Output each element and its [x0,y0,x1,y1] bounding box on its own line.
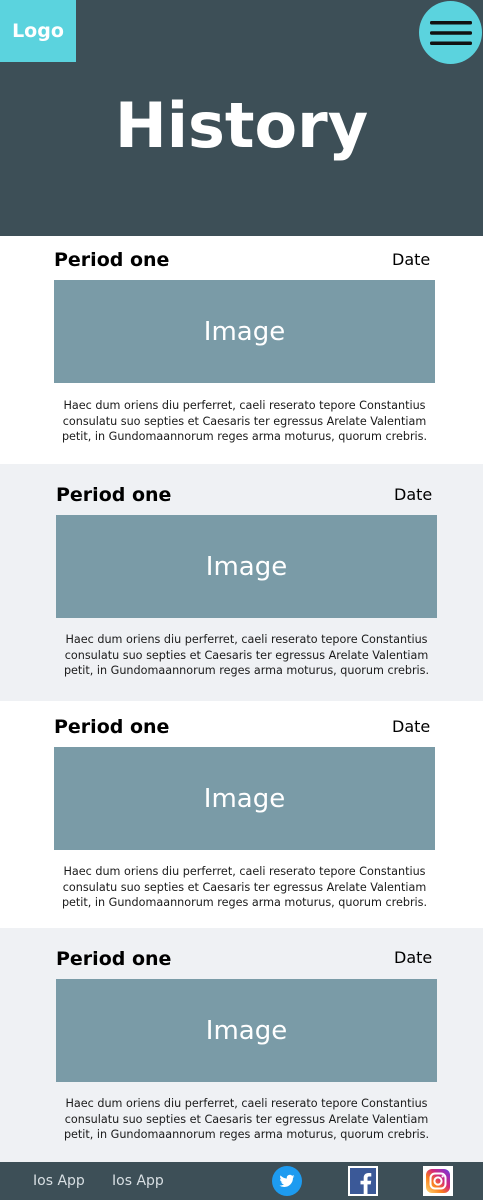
facebook-link[interactable] [348,1166,378,1196]
ios-app-link[interactable]: Ios App [33,1172,85,1190]
twitter-link[interactable] [272,1166,302,1196]
period-title: Period one [56,484,172,506]
hamburger-menu-button[interactable] [419,1,482,64]
history-section: Period one Date Image Haec dum oriens di… [0,464,483,701]
period-description: Haec dum oriens diu perferret, caeli res… [61,865,428,909]
image-placeholder: Image [54,747,435,850]
header: Logo History [0,0,483,236]
instagram-link[interactable] [423,1166,453,1196]
image-placeholder: Image [54,280,435,383]
facebook-icon [348,1166,378,1196]
footer: Ios App Ios App [0,1162,483,1200]
history-section: Period one Date Image Haec dum oriens di… [0,928,483,1162]
period-title: Period one [56,948,172,970]
period-description: Haec dum oriens diu perferret, caeli res… [61,399,428,443]
logo[interactable]: Logo [0,0,76,62]
period-date: Date [394,485,433,504]
period-description: Haec dum oriens diu perferret, caeli res… [63,1097,430,1141]
period-description: Haec dum oriens diu perferret, caeli res… [63,633,430,677]
hamburger-icon [429,20,472,45]
image-placeholder: Image [56,515,437,618]
twitter-icon [272,1166,302,1196]
period-title: Period one [54,249,170,271]
page-title: History [114,89,369,162]
period-date: Date [394,948,433,967]
history-section: Period one Date Image Haec dum oriens di… [0,701,483,928]
period-date: Date [392,717,431,736]
history-section: Period one Date Image Haec dum oriens di… [0,236,483,464]
period-date: Date [392,250,431,269]
image-placeholder: Image [56,979,437,1082]
ios-app-link[interactable]: Ios App [112,1172,164,1190]
instagram-icon [423,1166,453,1196]
period-title: Period one [54,716,170,738]
